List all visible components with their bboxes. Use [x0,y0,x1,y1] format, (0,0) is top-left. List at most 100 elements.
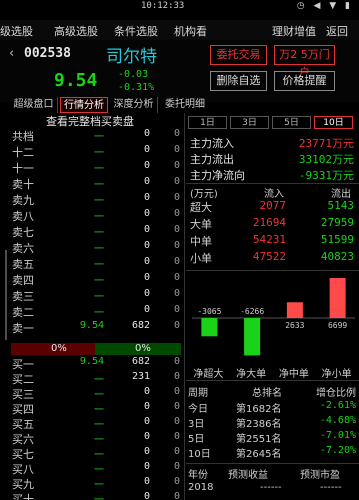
order-level-row[interactable]: 买五 一 0 0 [12,416,180,431]
order-level-label: 买八 [12,463,34,476]
order-level-change: 0 [174,192,181,203]
flow-col-out: 流出 [331,189,351,200]
order-level-label: 卖八 [12,210,34,223]
forecast-year-label: 年份 [188,470,208,481]
menu-item-advanced-select[interactable]: 高级选股 [54,23,98,39]
main-net-value: -9331万元 [298,169,354,182]
order-level-label: 卖六 [12,242,34,255]
main-inflow-label: 主力流入 [190,137,234,150]
order-level-label: 卖七 [12,226,34,239]
menu-item-institution[interactable]: 机构看 [174,23,207,39]
order-level-row[interactable]: 买四 一 0 0 [12,401,181,416]
menu-item-wealth[interactable]: 理财增值 [272,23,316,39]
stock-name: 司尔特 [106,47,157,67]
rank-pct: -7.01% [319,430,356,441]
main-net-label: 主力净流向 [190,169,245,182]
delete-watchlist-button[interactable]: 删除自选 [210,71,267,91]
flow-row-label: 超大 [190,201,212,214]
order-level-row[interactable]: 十一 一 0 0 [12,160,180,175]
tab-depth-analysis[interactable]: 深度分析 [110,97,158,113]
trade-button[interactable]: 委托交易 [210,45,267,65]
order-level-row[interactable]: 卖八 一 0 0 [12,208,180,223]
net-flow-bar [329,278,346,318]
order-level-price: 一 [94,292,104,303]
order-level-change: 0 [174,304,181,315]
order-level-label: 买一 [12,358,34,371]
tab-order-detail[interactable]: 委托明细 [160,97,210,113]
order-level-row[interactable]: 买十 一 0 0 [12,491,181,500]
rank-position: 第2551名 [236,434,282,445]
rank-pct: -2.61% [319,400,356,411]
forecast-pe-label: 预测市盈 [300,470,340,481]
order-level-row[interactable]: 卖七 一 0 0 [12,224,180,239]
sell-ratio-text: 0% [135,343,151,354]
order-level-row[interactable]: 卖九 一 0 0 [12,192,181,207]
order-level-change: 0 [174,356,181,367]
order-level-row[interactable]: 卖四 一 0 0 [12,272,181,287]
net-flow-bar-chart: -3065 -6266 2633 6699 [192,278,355,356]
rank-period: 3日 [188,419,205,430]
menu-item-super-select[interactable]: 级选股 [0,23,33,39]
full-book-link[interactable]: 查看完整档买卖盘 [46,113,134,129]
order-level-row[interactable]: 卖三 一 0 0 [12,288,180,303]
scroll-indicator[interactable] [5,250,7,340]
forecast-year: 2018 [188,482,214,493]
back-button[interactable]: 返回 [326,23,348,39]
back-chevron-icon[interactable]: ‹ [9,46,14,61]
flow-row-in: 2077 [259,199,287,212]
net-flow-category: 净大单 [236,369,267,380]
order-level-row[interactable]: 共档 一 0 0 [12,128,181,143]
net-flow-bar-label: 2633 [285,321,304,330]
order-level-change: 0 [174,401,181,412]
order-level-row[interactable]: 买九 一 0 0 [12,476,181,491]
tab-3-day[interactable]: 3日 [230,116,269,129]
price-change-pct: -0.31% [118,82,155,93]
order-level-volume: 0 [143,461,150,472]
rank-pct: -4.68% [319,415,356,426]
tab-1-day[interactable]: 1日 [188,116,227,129]
flow-row-out: 40823 [320,250,354,263]
tab-5-day[interactable]: 5日 [272,116,311,129]
forecast-header: 年份 预测收益 预测市盈 [188,466,359,481]
order-level-change: 0 [174,476,181,487]
net-flow-category: 净超大 [193,369,224,380]
order-level-price: 一 [94,375,104,386]
tab-10-day[interactable]: 10日 [314,116,353,129]
order-level-price: 一 [94,244,104,255]
net-flow-category: 净小单 [321,369,352,380]
menu-item-condition-select[interactable]: 条件选股 [114,23,158,39]
order-level-volume: 0 [143,386,150,397]
order-level-row[interactable]: 十二 一 0 0 [12,144,180,159]
order-level-label: 十一 [12,162,34,175]
net-flow-bar [201,318,218,337]
order-level-price: 一 [94,390,104,401]
price-alert-button[interactable]: 价格提醒 [274,71,335,91]
order-level-row[interactable]: 卖一 9.54 682 0 [12,320,180,335]
flow-row-out: 51599 [320,233,354,246]
order-level-row[interactable]: 买八 一 0 0 [12,461,180,476]
net-flow-category: 净中单 [278,369,309,380]
main-outflow-label: 主力流出 [190,153,234,166]
order-level-row[interactable]: 买一 9.54 682 0 [12,356,181,371]
order-level-row[interactable]: 卖十 一 0 0 [12,176,180,191]
order-level-row[interactable]: 卖五 一 0 0 [12,256,180,271]
order-level-row[interactable]: 卖二 一 0 0 [12,304,181,319]
order-level-row[interactable]: 买七 一 0 0 [12,446,180,461]
order-level-change: 0 [174,272,181,283]
order-level-row[interactable]: 卖六 一 0 0 [12,240,180,255]
order-level-row[interactable]: 买二 一 231 0 [12,371,180,386]
main-outflow-value: 33102万元 [298,153,354,166]
tab-super-book[interactable]: 超级盘口 [10,97,58,113]
order-level-label: 卖一 [12,322,34,335]
ranking-header: 周期 总排名 增仓比例 [188,384,359,399]
level2-button[interactable]: 万2 5万门户 [274,45,335,79]
order-level-price: 一 [94,164,104,175]
order-level-row[interactable]: 买六 一 0 0 [12,431,180,446]
forecast-eps-label: 预测收益 [228,470,268,481]
order-level-volume: 0 [143,144,150,155]
tab-market-analysis[interactable]: 行情分析 [60,97,108,113]
order-level-change: 0 [174,491,181,500]
order-level-row[interactable]: 买三 一 0 0 [12,386,180,401]
order-level-price: 一 [94,405,104,416]
order-level-change: 0 [174,128,181,139]
